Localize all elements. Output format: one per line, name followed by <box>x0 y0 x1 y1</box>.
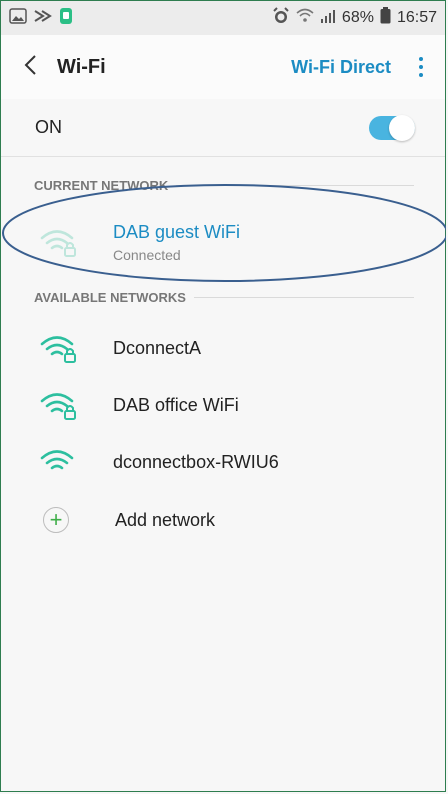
network-item-dab-office[interactable]: DAB office WiFi <box>1 377 445 433</box>
gallery-icon <box>9 7 27 29</box>
chevron-left-icon <box>24 54 36 75</box>
section-divider <box>193 297 414 298</box>
clock: 16:57 <box>396 9 437 26</box>
wifi-toggle-switch[interactable] <box>369 114 415 141</box>
more-dot-icon <box>419 65 423 69</box>
more-dot-icon <box>419 57 423 61</box>
network-item-dconnecta[interactable]: DconnectA <box>1 320 445 376</box>
alarm-icon <box>272 6 290 30</box>
status-right: 68% 16:57 <box>272 6 437 30</box>
wifi-toggle-label: ON <box>35 117 62 137</box>
plus-icon: + <box>43 507 69 533</box>
sim-icon <box>59 7 73 30</box>
cast-icon <box>33 9 53 28</box>
toggle-knob <box>389 114 415 141</box>
battery-percent: 68% <box>341 9 374 26</box>
current-network-header-label: CURRENT NETWORK <box>34 178 169 193</box>
add-network-button[interactable]: + Add network <box>1 492 445 548</box>
wifi-status-icon <box>296 8 314 29</box>
current-network-row[interactable]: DAB guest WiFi Connected <box>1 212 445 272</box>
current-network-status: Connected <box>113 246 181 263</box>
app-bar: Wi-Fi Wi-Fi Direct <box>1 35 445 99</box>
wifi-toggle-row[interactable]: ON <box>1 99 445 157</box>
more-options-button[interactable] <box>409 57 433 77</box>
section-divider <box>176 185 414 186</box>
add-network-label: Add network <box>115 509 216 530</box>
current-network-name: DAB guest WiFi <box>113 221 241 242</box>
page-title: Wi-Fi <box>57 55 106 78</box>
battery-icon <box>380 7 391 29</box>
network-name: dconnectbox-RWIU6 <box>113 451 279 472</box>
wifi-direct-button[interactable]: Wi-Fi Direct <box>291 57 391 78</box>
network-name: DAB office WiFi <box>113 394 239 415</box>
available-networks-header: AVAILABLE NETWORKS <box>34 290 414 305</box>
more-dot-icon <box>419 73 423 77</box>
signal-icon <box>320 9 336 28</box>
current-network-header: CURRENT NETWORK <box>34 178 414 193</box>
network-item-dconnectbox[interactable]: dconnectbox-RWIU6 <box>1 434 445 490</box>
back-button[interactable] <box>13 52 47 83</box>
wifi-icon <box>40 450 74 470</box>
wifi-locked-icon <box>40 336 76 363</box>
wifi-locked-icon <box>40 393 76 420</box>
status-left <box>9 7 73 30</box>
status-bar: 68% 16:57 <box>1 1 445 35</box>
network-name: DconnectA <box>113 337 202 358</box>
wifi-locked-icon <box>40 230 76 257</box>
available-networks-header-label: AVAILABLE NETWORKS <box>34 290 186 305</box>
current-network-text: DAB guest WiFi Connected <box>113 222 240 263</box>
